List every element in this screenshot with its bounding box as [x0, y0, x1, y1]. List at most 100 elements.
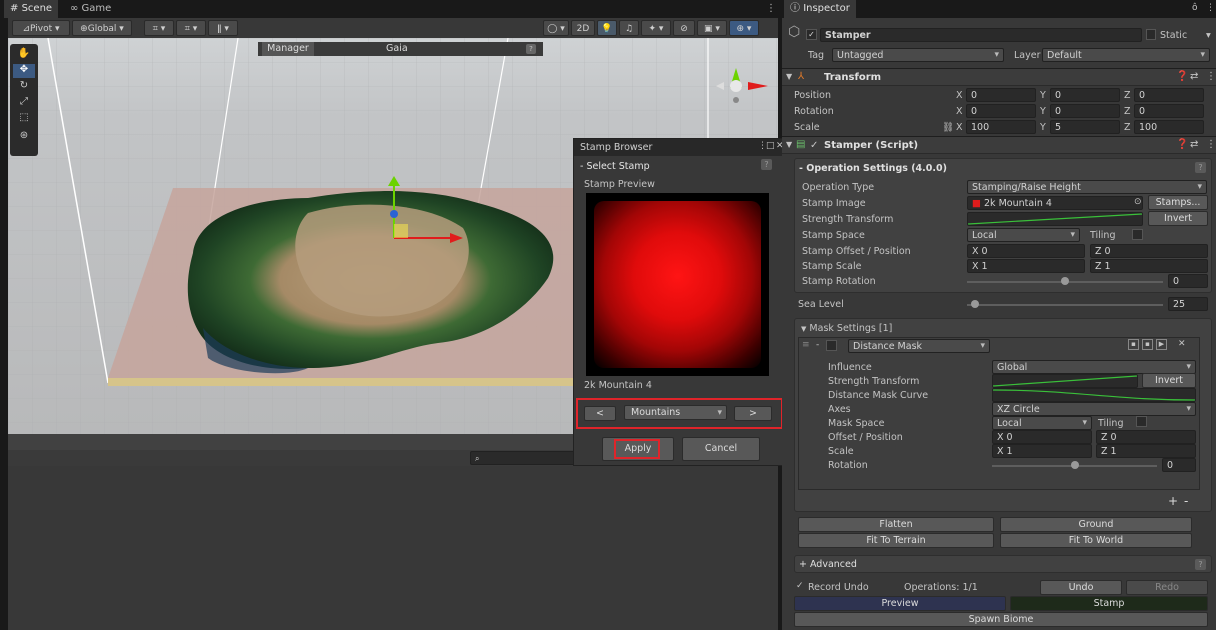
- scale-z-field[interactable]: Z 1: [1090, 259, 1208, 273]
- transform-y-field[interactable]: 0: [1050, 104, 1120, 118]
- mask-remove-icon[interactable]: ✕: [1178, 339, 1186, 349]
- transform-preset-icon[interactable]: ⇄: [1190, 71, 1198, 82]
- stamper-enabled-checkbox[interactable]: ✓: [810, 140, 818, 151]
- stamp-browser-help-icon[interactable]: ?: [761, 159, 772, 170]
- mask-collapse-icon[interactable]: -: [816, 340, 819, 350]
- operation-type-dropdown[interactable]: Stamping/Raise Height: [967, 180, 1207, 194]
- advanced-header[interactable]: + Advanced: [799, 559, 857, 570]
- preview-button[interactable]: Preview: [794, 596, 1006, 611]
- drag-handle-icon[interactable]: ≡: [802, 340, 810, 350]
- transform-menu-icon[interactable]: ⋮: [1206, 71, 1216, 82]
- scale-x-field[interactable]: X 1: [967, 259, 1085, 273]
- sea-level-knob[interactable]: [970, 300, 979, 308]
- stamp-rotation-value[interactable]: 0: [1168, 274, 1208, 288]
- transform-z-field[interactable]: 0: [1134, 88, 1204, 102]
- scene-tab-menu-icon[interactable]: ⋮: [760, 0, 782, 18]
- inspector-menu-icon[interactable]: ⋮: [1206, 3, 1215, 13]
- mask-rotation-value[interactable]: 0: [1162, 458, 1196, 472]
- transform-tool-icon[interactable]: ⊛: [13, 130, 35, 144]
- rect-tool-icon[interactable]: ⬚: [13, 112, 35, 126]
- increment-snap-button[interactable]: ǁ ▾: [208, 20, 238, 36]
- transform-header[interactable]: ▼ ⅄ Transform ❓ ⇄ ⋮: [782, 68, 1216, 86]
- operation-settings-header[interactable]: - Operation Settings (4.0.0): [799, 163, 947, 174]
- mask-invert-button[interactable]: Invert: [1142, 373, 1196, 388]
- transform-y-field[interactable]: 5: [1050, 120, 1120, 134]
- add-mask-button[interactable]: +: [1168, 494, 1178, 508]
- gizmos-button[interactable]: ⊕ ▾: [729, 20, 759, 36]
- audio-toggle-icon[interactable]: ♫: [619, 20, 639, 36]
- tab-scene[interactable]: # Scene: [4, 0, 59, 18]
- object-picker-icon[interactable]: ⊙: [1134, 197, 1142, 207]
- next-stamp-button[interactable]: >: [734, 406, 772, 421]
- mode-2d-button[interactable]: 2D: [571, 20, 595, 36]
- mask-settings-header[interactable]: ▼ Mask Settings [1]: [801, 323, 892, 334]
- mask-rotation-knob[interactable]: [1070, 461, 1079, 469]
- fit-terrain-button[interactable]: Fit To Terrain: [798, 533, 994, 548]
- mask-offset-x-field[interactable]: X 0: [992, 430, 1092, 444]
- select-stamp-header[interactable]: - Select Stamp: [580, 161, 650, 172]
- transform-z-field[interactable]: 0: [1134, 104, 1204, 118]
- cancel-button[interactable]: Cancel: [682, 437, 760, 461]
- grid-visibility-button[interactable]: ⌗ ▾: [176, 20, 206, 36]
- stamp-image-field[interactable]: ■ 2k Mountain 4: [967, 196, 1143, 210]
- category-dropdown[interactable]: Mountains: [624, 405, 727, 420]
- tab-inspector[interactable]: ⓘ Inspector: [784, 0, 856, 18]
- mask-scale-z-field[interactable]: Z 1: [1096, 444, 1196, 458]
- constrain-proportions-icon[interactable]: ⛓: [942, 122, 954, 133]
- static-dropdown-icon[interactable]: ▾: [1206, 30, 1211, 41]
- stamper-help-icon[interactable]: ❓: [1176, 139, 1188, 150]
- rotate-tool-icon[interactable]: ↻: [13, 80, 35, 94]
- prev-stamp-button[interactable]: <: [584, 406, 616, 421]
- mask-scale-x-field[interactable]: X 1: [992, 444, 1092, 458]
- active-checkbox[interactable]: ✓: [806, 29, 817, 40]
- transform-x-field[interactable]: 0: [966, 88, 1036, 102]
- influence-dropdown[interactable]: Global: [992, 360, 1196, 374]
- offset-z-field[interactable]: Z 0: [1090, 244, 1208, 258]
- mask-active-checkbox[interactable]: [826, 340, 837, 351]
- advanced-help-icon[interactable]: ?: [1195, 559, 1206, 570]
- scene-search-field[interactable]: ⌕: [470, 451, 580, 465]
- lighting-toggle-icon[interactable]: 💡: [597, 20, 617, 36]
- stamper-header[interactable]: ▼ ▤ ✓ Stamper (Script) ❓ ⇄ ⋮: [782, 136, 1216, 154]
- transform-y-field[interactable]: 0: [1050, 88, 1120, 102]
- undo-button[interactable]: Undo: [1040, 580, 1122, 595]
- axes-dropdown[interactable]: XZ Circle: [992, 402, 1196, 416]
- mask-type-dropdown[interactable]: Distance Mask: [848, 339, 990, 353]
- scene-camera-icon[interactable]: ▣ ▾: [697, 20, 727, 36]
- operation-help-icon[interactable]: ?: [1195, 162, 1206, 173]
- offset-x-field[interactable]: X 0: [967, 244, 1085, 258]
- mask-strength-curve-field[interactable]: [992, 374, 1138, 388]
- mask-tiling-checkbox[interactable]: [1136, 416, 1147, 427]
- transform-x-field[interactable]: 100: [966, 120, 1036, 134]
- remove-mask-button[interactable]: -: [1184, 494, 1188, 508]
- mask-image-icon[interactable]: ▪: [1128, 339, 1139, 350]
- grid-snap-button[interactable]: ⌗ ▾: [144, 20, 174, 36]
- mask-space-dropdown[interactable]: Local: [992, 416, 1092, 430]
- stamp-button[interactable]: Stamp: [1010, 596, 1208, 611]
- tab-game[interactable]: ∞ Game: [64, 0, 117, 18]
- mask-image2-icon[interactable]: ▪: [1142, 339, 1153, 350]
- hidden-objects-icon[interactable]: ⊘: [673, 20, 695, 36]
- distance-curve-field[interactable]: [992, 388, 1196, 402]
- tag-dropdown[interactable]: Untagged: [832, 48, 1004, 62]
- tiling-checkbox[interactable]: [1132, 229, 1143, 240]
- layer-dropdown[interactable]: Default: [1042, 48, 1210, 62]
- overlay-help-icon[interactable]: ?: [526, 44, 536, 54]
- shading-mode-button[interactable]: ◯ ▾: [543, 20, 569, 36]
- manager-button[interactable]: Manager: [262, 42, 314, 56]
- maximize-icon[interactable]: □: [766, 141, 775, 151]
- stamper-menu-icon[interactable]: ⋮: [1206, 139, 1216, 150]
- pivot-toggle[interactable]: ⊿Pivot ▾: [12, 20, 70, 36]
- stamp-space-dropdown[interactable]: Local: [967, 228, 1080, 242]
- static-checkbox[interactable]: [1146, 29, 1156, 40]
- ground-button[interactable]: Ground: [1000, 517, 1192, 532]
- global-toggle[interactable]: ⊕Global ▾: [72, 20, 132, 36]
- flatten-button[interactable]: Flatten: [798, 517, 994, 532]
- object-name-field[interactable]: Stamper: [820, 28, 1142, 42]
- sea-level-value[interactable]: 25: [1168, 297, 1208, 311]
- fit-world-button[interactable]: Fit To World: [1000, 533, 1192, 548]
- stamper-preset-icon[interactable]: ⇄: [1190, 139, 1198, 150]
- scale-tool-icon[interactable]: ⤢: [13, 96, 35, 110]
- stamps-button[interactable]: Stamps...: [1148, 195, 1208, 210]
- strength-curve-field[interactable]: [967, 212, 1143, 226]
